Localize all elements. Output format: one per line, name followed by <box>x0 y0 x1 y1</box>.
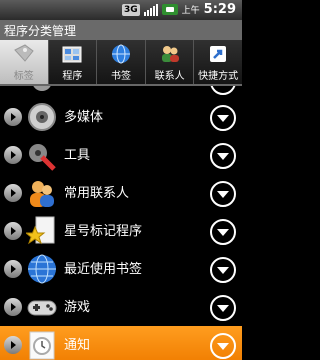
clock-time: 5:29 <box>203 2 236 17</box>
dropdown-icon[interactable] <box>210 143 236 169</box>
list-item-selected[interactable]: 通知 <box>0 326 242 360</box>
tab-contacts[interactable]: 联系人 <box>145 40 195 84</box>
network-type-badge: 3G <box>121 3 140 16</box>
category-list: 多媒体 工具 常用联系人 星号标记程序 最近使用书签 游戏 通知 <box>0 86 242 360</box>
list-item-label: 工具 <box>64 148 91 163</box>
expand-icon[interactable] <box>4 108 22 126</box>
gamepad-icon <box>27 300 57 316</box>
people-icon <box>30 181 54 207</box>
speaker-icon <box>28 103 56 131</box>
list-item-label: 通知 <box>64 338 91 353</box>
dropdown-icon[interactable] <box>210 219 236 245</box>
dropdown-icon[interactable] <box>210 295 236 321</box>
list-item-label: 最近使用书签 <box>64 262 143 277</box>
list-item-label: 多媒体 <box>64 110 104 125</box>
tab-label: 程序 <box>62 71 83 82</box>
expand-icon[interactable] <box>4 146 22 164</box>
list-item[interactable]: 星号标记程序 <box>0 212 242 250</box>
list-item[interactable]: 游戏 <box>0 288 242 326</box>
dropdown-icon[interactable] <box>210 181 236 207</box>
tab-bar: 标签 程序 书签 联系人 快捷方式 <box>0 40 242 86</box>
tab-shortcuts[interactable]: 快捷方式 <box>194 40 242 84</box>
expand-icon[interactable] <box>4 184 22 202</box>
tab-label: 联系人 <box>154 71 185 82</box>
dropdown-icon[interactable] <box>210 257 236 283</box>
ampm-label: 上午 <box>181 6 200 16</box>
list-item-label: 游戏 <box>64 300 91 315</box>
tab-bookmarks[interactable]: 书签 <box>97 40 146 84</box>
shortcut-icon <box>210 46 227 62</box>
tools-icon <box>29 144 56 171</box>
list-item[interactable]: 多媒体 <box>0 98 242 136</box>
signal-icon <box>143 3 158 16</box>
contacts-icon <box>161 46 179 62</box>
apps-icon <box>62 46 82 63</box>
list-item[interactable]: 常用联系人 <box>0 174 242 212</box>
battery-icon <box>161 4 178 15</box>
gear-icon <box>33 86 51 91</box>
globe-icon <box>28 254 56 284</box>
list-item[interactable]: 工具 <box>0 136 242 174</box>
tag-icon <box>13 44 34 62</box>
title-bar: 程序分类管理 <box>0 20 242 41</box>
expand-icon[interactable] <box>4 336 22 354</box>
list-item[interactable]: 最近使用书签 <box>0 250 242 288</box>
expand-icon[interactable] <box>4 222 22 240</box>
globe-icon <box>111 44 130 64</box>
expand-icon[interactable] <box>4 260 22 278</box>
expand-icon[interactable] <box>4 298 22 316</box>
tab-apps[interactable]: 程序 <box>48 40 98 84</box>
dropdown-icon[interactable] <box>210 105 236 131</box>
tab-label: 书签 <box>110 71 131 82</box>
status-bar: 3G 上午 5:29 <box>0 0 242 20</box>
star-doc-icon <box>26 216 55 245</box>
dropdown-icon[interactable] <box>210 86 236 95</box>
list-item-label: 星号标记程序 <box>64 224 143 239</box>
list-item-label: 常用联系人 <box>64 186 130 201</box>
dropdown-icon[interactable] <box>210 333 236 359</box>
clock-icon <box>29 331 55 360</box>
page-title: 程序分类管理 <box>4 24 77 38</box>
tab-tags[interactable]: 标签 <box>0 40 49 84</box>
tab-label: 快捷方式 <box>198 71 239 82</box>
tab-label: 标签 <box>13 71 34 82</box>
